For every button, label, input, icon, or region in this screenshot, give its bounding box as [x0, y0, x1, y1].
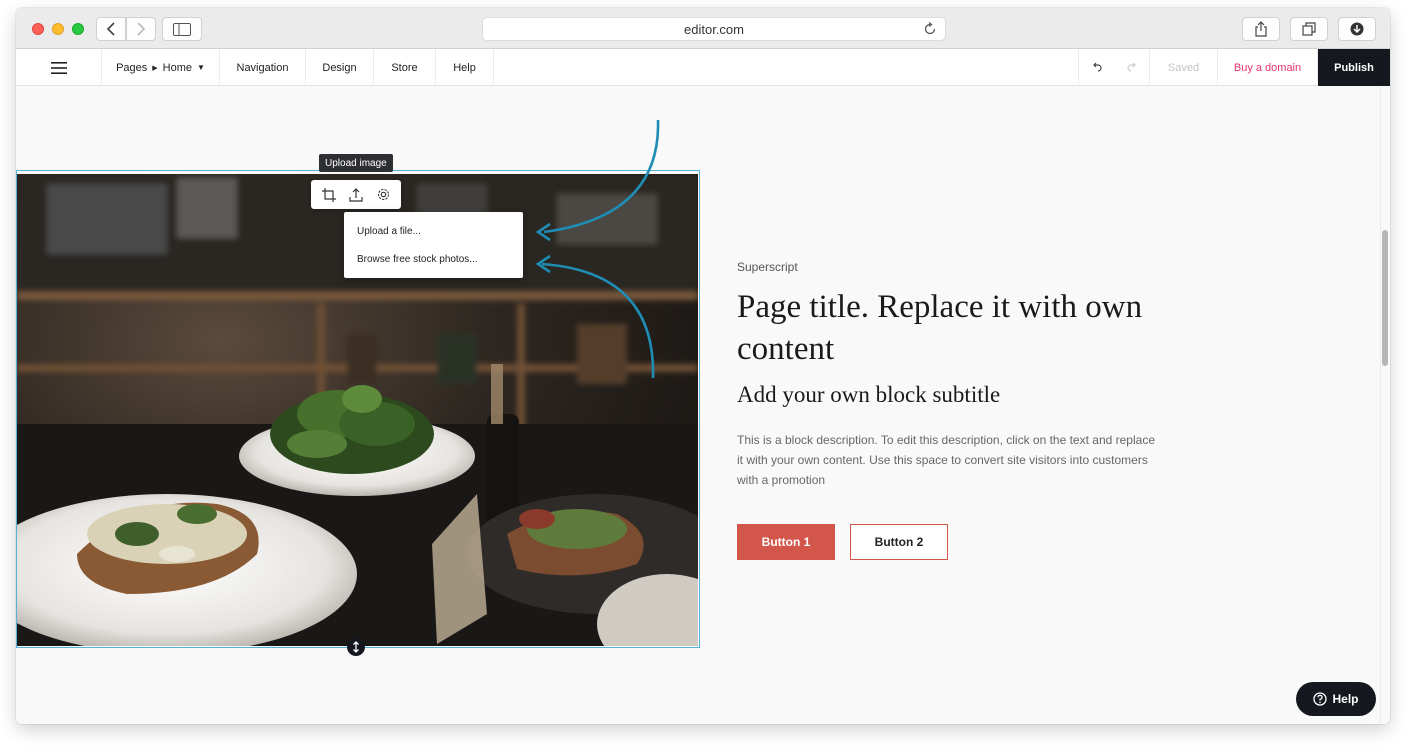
sidebar-toggle-button[interactable]	[162, 17, 202, 41]
current-page-label: Home	[162, 61, 192, 74]
tab-store[interactable]: Store	[374, 49, 436, 86]
page-title[interactable]: Page title. Replace it with own content	[737, 286, 1157, 370]
page-canvas: Upload image Upload a file... Browse fre…	[16, 86, 1390, 724]
forward-button[interactable]	[126, 17, 156, 41]
hamburger-icon	[50, 61, 67, 74]
breadcrumb-separator-icon: ▶	[152, 64, 158, 72]
browser-chrome: editor.com	[16, 8, 1390, 49]
tab-design[interactable]: Design	[306, 49, 374, 86]
share-button[interactable]	[1242, 17, 1280, 41]
close-window-button[interactable]	[32, 23, 44, 35]
scrollbar-thumb[interactable]	[1382, 230, 1388, 366]
minimize-window-button[interactable]	[52, 23, 64, 35]
help-label: Help	[1332, 692, 1359, 706]
publish-button[interactable]: Publish	[1318, 49, 1390, 86]
download-icon	[1350, 22, 1364, 36]
caret-down-icon: ▼	[197, 63, 205, 72]
superscript-text[interactable]: Superscript	[737, 260, 798, 274]
url-text: editor.com	[684, 21, 744, 37]
redo-icon	[1126, 62, 1136, 72]
browser-window: editor.com Pages ▶ Home ▼ Navigation Des…	[16, 8, 1390, 724]
tab-navigation[interactable]: Navigation	[220, 49, 306, 86]
zoom-window-button[interactable]	[72, 23, 84, 35]
downloads-button[interactable]	[1338, 17, 1376, 41]
share-icon	[1255, 21, 1267, 37]
annotation-arrows	[535, 119, 660, 379]
undo-icon	[1092, 62, 1102, 72]
resize-handle[interactable]	[347, 638, 365, 656]
button-2[interactable]: Button 2	[850, 524, 948, 560]
pages-menu[interactable]: Pages ▶ Home ▼	[102, 49, 220, 86]
saved-status: Saved	[1150, 49, 1218, 86]
editor-toolbar: Pages ▶ Home ▼ Navigation Design Store H…	[16, 49, 1390, 86]
chevron-left-icon	[106, 22, 115, 36]
buy-domain-button[interactable]: Buy a domain	[1218, 49, 1318, 86]
chevron-right-icon	[137, 22, 146, 36]
resize-vertical-icon	[353, 641, 359, 653]
tabs-overview-button[interactable]	[1290, 17, 1328, 41]
help-button[interactable]: Help	[1296, 682, 1376, 716]
scrollbar-track[interactable]	[1380, 86, 1390, 724]
button-1[interactable]: Button 1	[737, 524, 835, 560]
sidebar-icon	[173, 22, 191, 36]
back-button[interactable]	[96, 17, 126, 41]
address-bar[interactable]: editor.com	[482, 17, 946, 41]
question-circle-icon	[1313, 692, 1328, 706]
hamburger-menu-button[interactable]	[16, 49, 102, 86]
tabs-icon	[1302, 22, 1316, 36]
reload-icon[interactable]	[923, 21, 937, 40]
tab-help[interactable]: Help	[436, 49, 494, 86]
block-subtitle[interactable]: Add your own block subtitle	[737, 382, 1000, 408]
block-description[interactable]: This is a block description. To edit thi…	[737, 430, 1157, 490]
undo-button[interactable]	[1078, 49, 1114, 86]
redo-button[interactable]	[1114, 49, 1150, 86]
pages-label: Pages	[116, 61, 148, 74]
